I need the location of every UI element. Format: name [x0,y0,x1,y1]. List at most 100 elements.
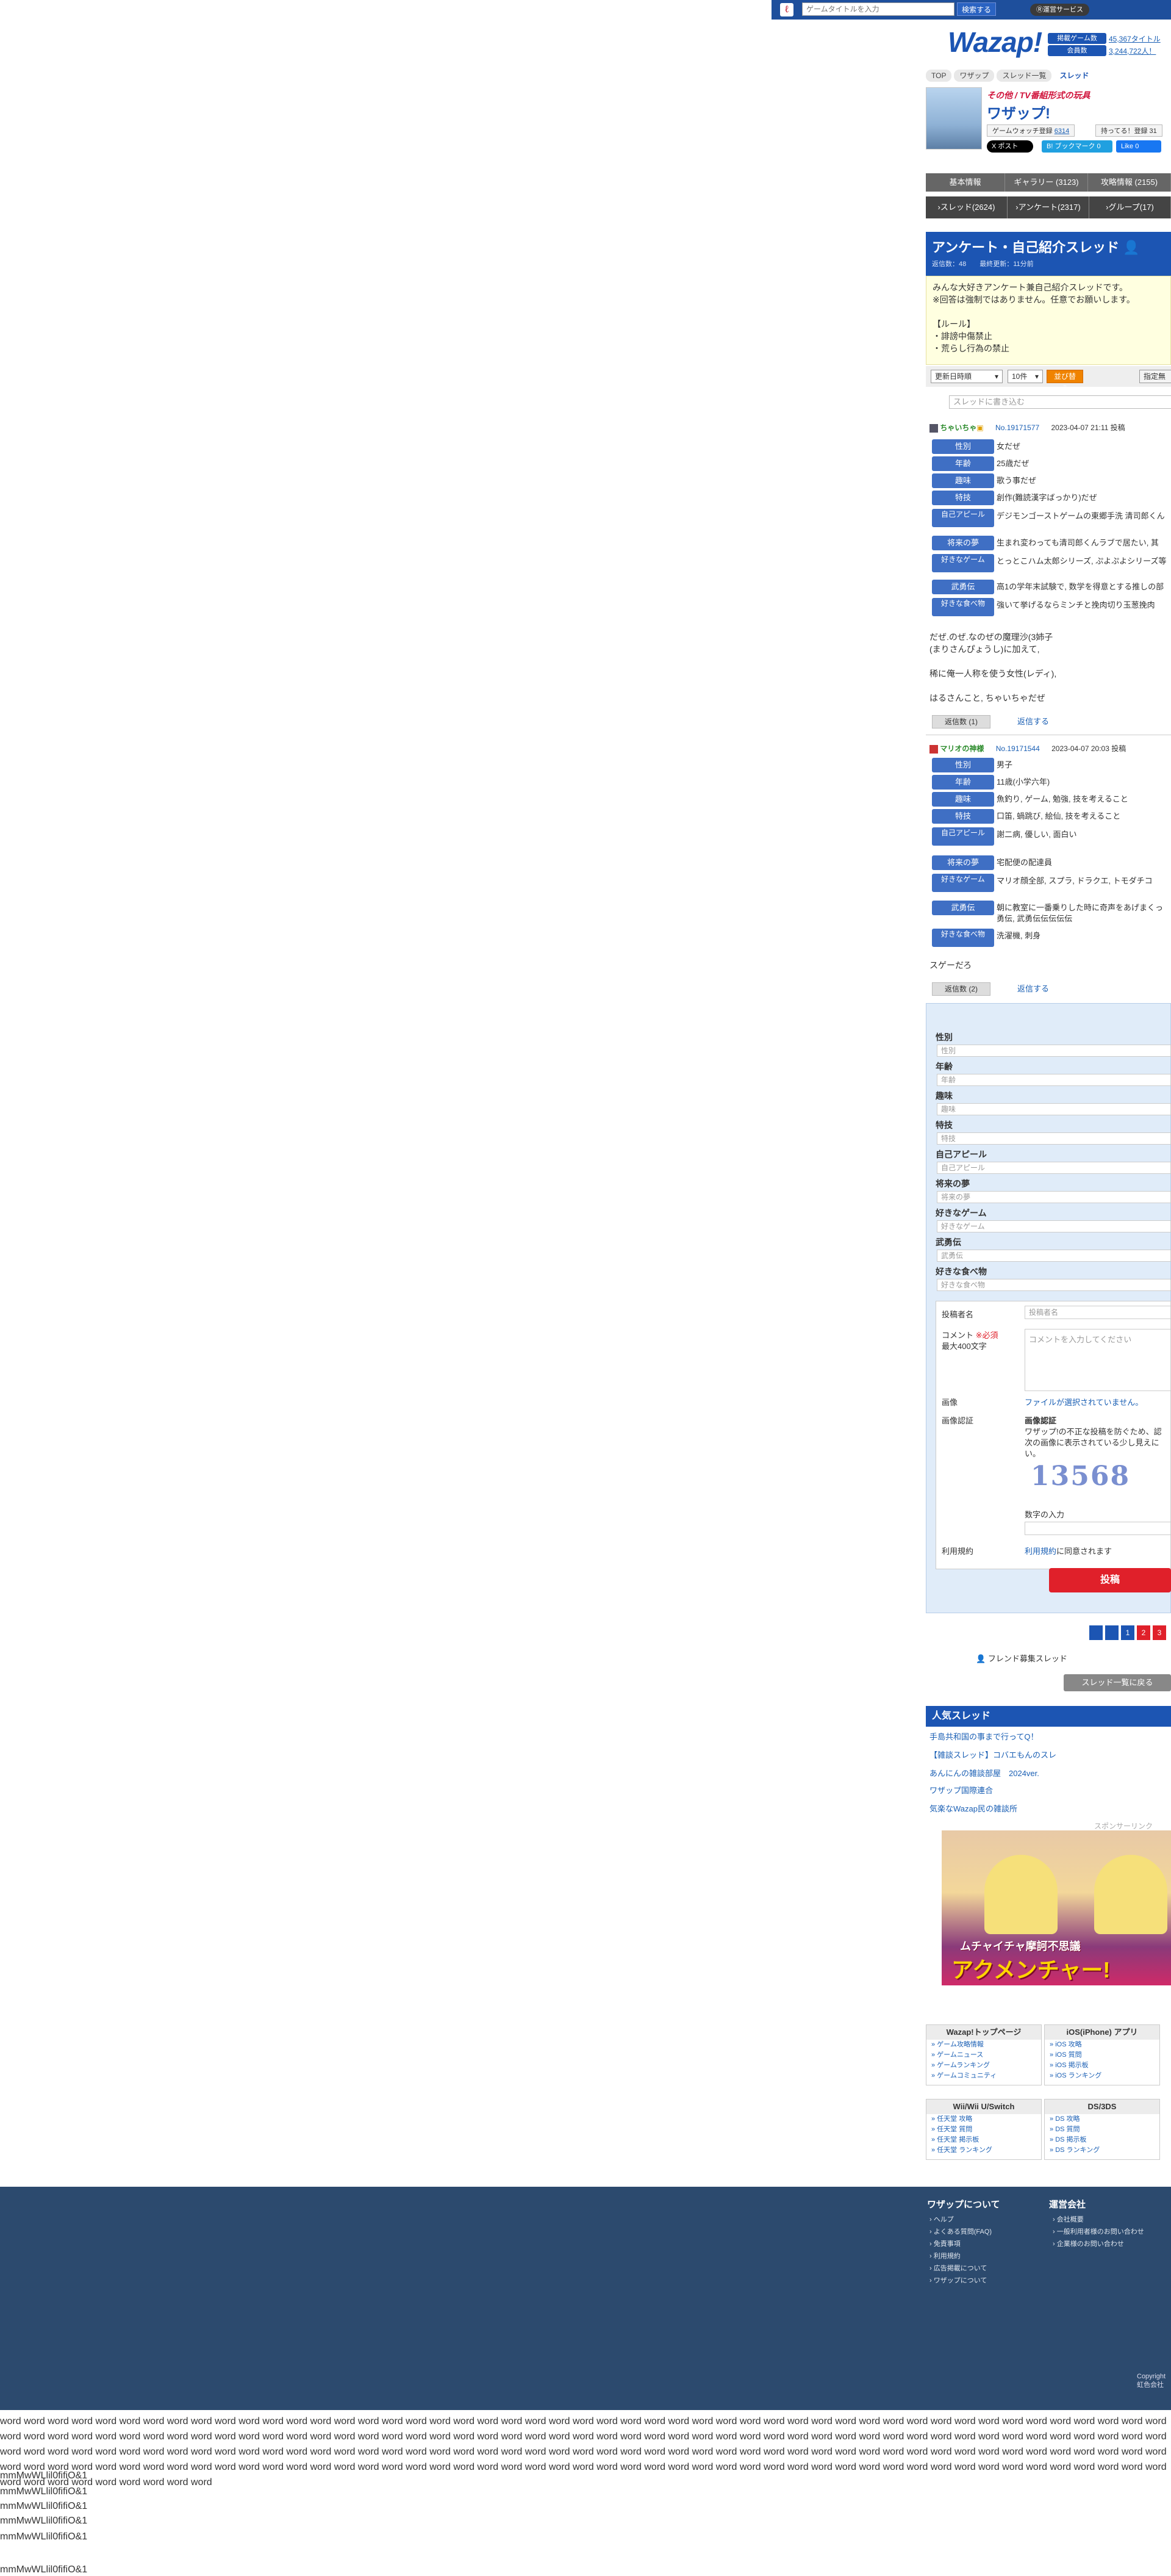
tab-strategy[interactable]: 攻略情報 (2155) [1088,173,1171,192]
reply-link[interactable]: 返信する [1017,982,1049,996]
link-box-item[interactable]: » 任天堂 ランキング [926,2145,1041,2156]
page-first[interactable] [1089,1625,1103,1640]
page-size-select[interactable]: 10件 ▾ [1008,370,1043,383]
page-3[interactable]: 3 [1153,1625,1166,1640]
link-box-item[interactable]: » 任天堂 攻略 [926,2114,1041,2124]
link-box-item[interactable]: » DS ランキング [1045,2145,1159,2156]
page-1[interactable]: 1 [1121,1625,1134,1640]
game-title[interactable]: ワザップ! [987,101,1050,123]
form-field-label: 趣味 [936,1091,953,1101]
link-box-item[interactable]: » ゲームコミュニティ [926,2071,1041,2081]
link-box-item[interactable]: » 任天堂 質問 [926,2124,1041,2135]
owned-button[interactable]: 持ってる！登録 31 [1095,124,1162,137]
ad-character-image [1094,1855,1167,1934]
game-thumbnail[interactable] [926,87,982,149]
games-count-value[interactable]: 45,367タイトル [1109,34,1161,44]
link-box-item[interactable]: » iOS 質問 [1045,2050,1159,2060]
profile-value: 高1の学年末試験で, 数学を得意とする推しの部 [997,582,1164,591]
game-search-button[interactable]: 検索する [957,2,996,16]
facebook-like-button[interactable]: Like 0 [1116,140,1161,153]
popular-item[interactable]: 気楽なWazap民の雑談所 [929,1804,1017,1815]
link-box-item[interactable]: » iOS 攻略 [1045,2040,1159,2050]
assign-filter-button[interactable]: 指定無 [1139,370,1171,383]
link-box-item[interactable]: » DS 攻略 [1045,2114,1159,2124]
service-logo-icon[interactable]: ℓ [780,3,793,16]
thread-write-input[interactable]: スレッドに書き込む [949,395,1171,409]
form-field-input[interactable]: 特技 [937,1132,1171,1145]
profile-key: 趣味 [932,473,994,488]
popular-item[interactable]: 手島共和国の事まで行ってQ！ [929,1732,1038,1743]
tab-basic-info[interactable]: 基本情報 [926,173,1006,192]
link-box-item[interactable]: » ゲームランキング [926,2060,1041,2071]
footer-link[interactable]: › 企業様のお問い合わせ [1053,2238,1124,2250]
sort-order-select[interactable]: 更新日時順 ▾ [931,370,1003,383]
terms-link[interactable]: 利用規約 [1025,1547,1056,1556]
site-logo[interactable]: Wazap! [948,26,1042,60]
comment-textarea[interactable]: コメントを入力してください [1025,1329,1171,1391]
link-box-item[interactable]: » iOS 掲示板 [1045,2060,1159,2071]
breadcrumb-top[interactable]: TOP [926,70,952,82]
form-field-input[interactable]: 自己アピール [937,1162,1171,1174]
tab-threads[interactable]: ›スレッド(2624) [926,196,1008,218]
form-field-input[interactable]: 年齢 [937,1074,1171,1086]
form-field-input[interactable]: 武勇伝 [937,1250,1171,1262]
tab-surveys[interactable]: ›アンケート(2317) [1008,196,1089,218]
link-box: iOS(iPhone) アプリ» iOS 攻略» iOS 質問» iOS 掲示板… [1044,2024,1160,2085]
x-post-button[interactable]: X ポスト [987,140,1033,153]
game-search-input[interactable] [802,2,954,16]
image-file-input[interactable]: ファイルが選択されていません。 [1025,1397,1143,1408]
breadcrumb-current: スレッド [1059,71,1089,80]
footer-link[interactable]: › 利用規約 [929,2250,961,2262]
tab-groups[interactable]: ›グループ(17) [1089,196,1171,218]
form-field-input[interactable]: 趣味 [937,1103,1171,1115]
popular-item[interactable]: ワザップ国際連合 [929,1785,993,1796]
submit-button[interactable]: 投稿 [1049,1568,1171,1592]
reply-link[interactable]: 返信する [1017,715,1049,729]
chevron-right-icon: » [931,2041,937,2048]
chevron-right-icon: » [1050,2072,1056,2079]
captcha-input[interactable] [1025,1522,1171,1535]
footer-link[interactable]: › 会社概要 [1053,2214,1084,2226]
footer-company-title: 運営会社 [1049,2200,1086,2210]
tab-gallery[interactable]: ギャラリー (3123) [1005,173,1089,192]
footer-link[interactable]: › よくある質問(FAQ) [929,2226,992,2238]
friend-thread-link[interactable]: 👤 フレンド募集スレッド [976,1652,1067,1664]
form-field-input[interactable]: 性別 [937,1045,1171,1057]
link-box-item[interactable]: » ゲーム攻略情報 [926,2040,1041,2050]
popular-item[interactable]: あんにんの雑談部屋 2024ver. [929,1768,1039,1779]
footer-link[interactable]: › 一般利用者様のお問い合わせ [1053,2226,1144,2238]
author-input[interactable]: 投稿者名 [1025,1306,1171,1319]
popular-item[interactable]: 【雑談スレッド】コバエもんのスレ [929,1750,1056,1761]
members-count-value[interactable]: 3,244,722人！ [1109,46,1156,56]
apply-sort-button[interactable]: 並び替え [1047,370,1083,393]
chevron-right-icon: › [929,2253,934,2260]
form-field-label: 好きなゲーム [936,1208,987,1218]
profile-key: 将来の夢 [932,536,994,550]
footer-link[interactable]: › 免責事項 [929,2238,961,2250]
service-menu-button[interactable]: Ⓡ運営サービス [1030,4,1089,16]
page-prev[interactable] [1105,1625,1119,1640]
footer-link[interactable]: › ヘルプ [929,2214,954,2226]
link-box-item[interactable]: » ゲームニュース [926,2050,1041,2060]
link-box-item[interactable]: » DS 掲示板 [1045,2135,1159,2145]
reply-count-button[interactable]: 返信数 (1) [932,715,990,729]
page-2[interactable]: 2 [1137,1625,1150,1640]
breadcrumb-wazap[interactable]: ワザップ [954,70,995,82]
footer-link[interactable]: › ワザップについて [929,2275,987,2287]
hatena-bookmark-button[interactable]: B! ブックマーク 0 [1042,140,1112,153]
profile-value: 口笛, 蝸跳び, 絵仙, 技を考えること [997,811,1121,821]
game-watch-button[interactable]: ゲームウォッチ登録 6314 [987,124,1075,137]
form-field-input[interactable]: 好きなゲーム [937,1220,1171,1232]
author-label: 投稿者名 [942,1310,974,1319]
link-box-item[interactable]: » iOS ランキング [1045,2071,1159,2081]
ad-banner[interactable]: ムチャイチャ摩訶不思議 アクメンチャー! [942,1830,1171,1985]
footer-link[interactable]: › 広告掲載について [929,2262,987,2275]
link-box-item[interactable]: » 任天堂 掲示板 [926,2135,1041,2145]
reply-count-button[interactable]: 返信数 (2) [932,982,990,996]
form-field-input[interactable]: 将来の夢 [937,1191,1171,1203]
form-field-input[interactable]: 好きな食べ物 [937,1279,1171,1291]
captcha-label: 画像認証 [942,1416,974,1425]
back-to-list-button[interactable]: スレッド一覧に戻る [1064,1674,1171,1691]
link-box-item[interactable]: » DS 質問 [1045,2124,1159,2135]
breadcrumb-thread-list[interactable]: スレッド一覧 [997,70,1052,82]
